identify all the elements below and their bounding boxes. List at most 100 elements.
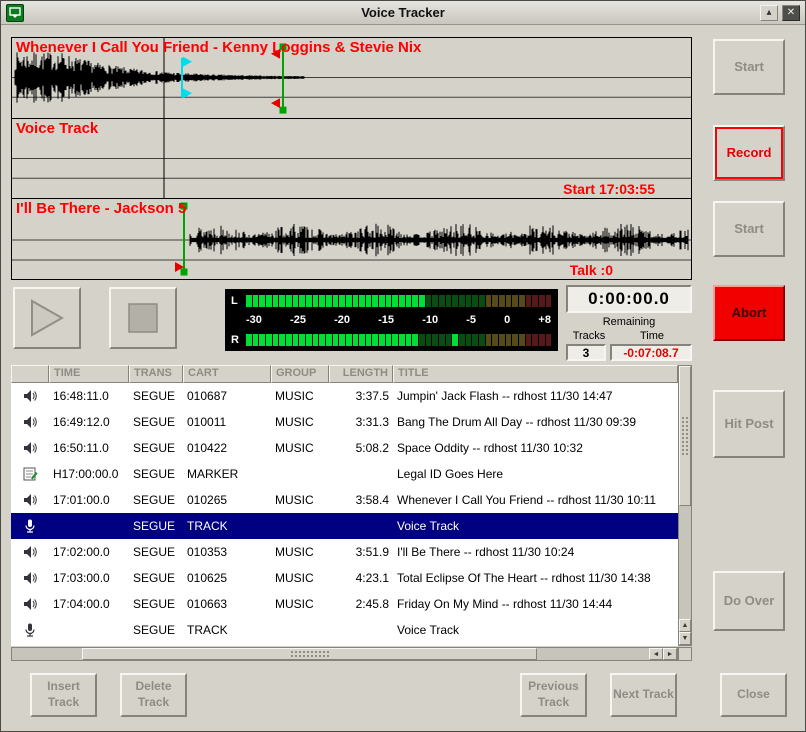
horizontal-scrollbar-thumb[interactable] — [82, 648, 537, 660]
cell-cart: TRACK — [183, 623, 271, 637]
cell-time: 16:48:11.0 — [49, 389, 129, 403]
cell-group: MUSIC — [271, 545, 329, 559]
app-icon — [6, 4, 24, 22]
horizontal-scrollbar[interactable]: ◄ ► — [11, 647, 678, 661]
cell-trans: SEGUE — [129, 623, 183, 637]
delete-track-button[interactable]: Delete Track — [120, 673, 187, 717]
log-row[interactable]: 17:04:00.0SEGUE010663MUSIC2:45.8Friday O… — [11, 591, 678, 617]
log-row[interactable]: H17:00:00.0SEGUEMARKERLegal ID Goes Here — [11, 461, 678, 487]
remaining-tracks-label: Tracks — [566, 330, 612, 342]
header-cart[interactable]: CART — [183, 365, 271, 383]
insert-track-button[interactable]: Insert Track — [30, 673, 97, 717]
meter-scale-label: -15 — [378, 314, 394, 326]
speaker-icon — [11, 544, 49, 560]
log-rows: 16:48:11.0SEGUE010687MUSIC3:37.5Jumpin' … — [11, 383, 678, 646]
cell-length: 2:45.8 — [329, 597, 393, 611]
header-time[interactable]: TIME — [49, 365, 129, 383]
cell-trans: SEGUE — [129, 597, 183, 611]
log-row[interactable]: 17:03:00.0SEGUE010625MUSIC4:23.1Total Ec… — [11, 565, 678, 591]
header-title[interactable]: TITLE — [393, 365, 678, 383]
log-row[interactable]: 17:02:00.0SEGUE010353MUSIC3:51.9I'll Be … — [11, 539, 678, 565]
header-length[interactable]: LENGTH — [329, 365, 393, 383]
log-row[interactable]: 17:01:00.0SEGUE010265MUSIC3:58.4Whenever… — [11, 487, 678, 513]
track-region-voice[interactable]: Voice Track Start 17:03:55 — [12, 119, 691, 199]
cell-cart: 010625 — [183, 571, 271, 585]
meter-right-label: R — [231, 334, 246, 346]
cell-time: 17:01:00.0 — [49, 493, 129, 507]
header-icon-col[interactable] — [11, 365, 49, 383]
cell-title: I'll Be There -- rdhost 11/30 10:24 — [393, 545, 678, 559]
log-row[interactable]: 16:48:11.0SEGUE010687MUSIC3:37.5Jumpin' … — [11, 383, 678, 409]
cell-cart: 010663 — [183, 597, 271, 611]
cell-length: 3:58.4 — [329, 493, 393, 507]
hit-post-button[interactable]: Hit Post — [713, 390, 785, 458]
close-window-button[interactable]: ✕ — [782, 5, 800, 21]
vertical-scrollbar[interactable]: ▲ ▼ — [678, 365, 692, 646]
meter-scale-label: -20 — [334, 314, 350, 326]
log-table: TIME TRANS CART GROUP LENGTH TITLE 16:48… — [11, 365, 692, 661]
meter-scale-label: 0 — [504, 314, 510, 326]
remaining-tracks-value: 3 — [566, 344, 606, 361]
cell-title: Legal ID Goes Here — [393, 467, 678, 481]
cell-cart: 010265 — [183, 493, 271, 507]
cell-title: Jumpin' Jack Flash -- rdhost 11/30 14:47 — [393, 389, 678, 403]
header-trans[interactable]: TRANS — [129, 365, 183, 383]
meter-left-bar — [246, 295, 551, 307]
log-header: TIME TRANS CART GROUP LENGTH TITLE — [11, 365, 678, 383]
close-button[interactable]: Close — [720, 673, 787, 717]
meter-left-label: L — [231, 295, 246, 307]
titlebar[interactable]: Voice Tracker ▴ ✕ — [1, 1, 805, 25]
speaker-icon — [11, 492, 49, 508]
record-button[interactable]: Record — [713, 125, 785, 181]
remaining-time-value: -0:07:08.7 — [610, 344, 692, 361]
log-row[interactable]: 16:49:12.0SEGUE010011MUSIC3:31.3Bang The… — [11, 409, 678, 435]
cell-title: Voice Track — [393, 623, 678, 637]
speaker-icon — [11, 414, 49, 430]
next-track-button[interactable]: Next Track — [610, 673, 677, 717]
stop-button[interactable] — [109, 287, 177, 349]
scroll-left-button[interactable]: ◄ — [649, 648, 663, 660]
abort-button[interactable]: Abort — [713, 285, 785, 341]
shade-button[interactable]: ▴ — [760, 5, 778, 21]
cell-cart: 010011 — [183, 415, 271, 429]
speaker-icon — [11, 596, 49, 612]
play-icon — [30, 299, 64, 337]
log-row[interactable]: SEGUETRACKVoice Track — [11, 513, 678, 539]
cell-time: 17:04:00.0 — [49, 597, 129, 611]
cell-length: 3:37.5 — [329, 389, 393, 403]
track-title: Whenever I Call You Friend - Kenny Loggi… — [16, 39, 421, 56]
play-button[interactable] — [13, 287, 81, 349]
cell-trans: SEGUE — [129, 415, 183, 429]
speaker-icon — [11, 388, 49, 404]
start-track1-button[interactable]: Start — [713, 39, 785, 95]
scroll-down-button[interactable]: ▼ — [679, 632, 691, 645]
cell-time: 16:50:11.0 — [49, 441, 129, 455]
talk-time-annotation: Talk :0 — [570, 262, 613, 278]
cell-cart: 010353 — [183, 545, 271, 559]
scrollbar-corner — [678, 647, 692, 661]
previous-track-button[interactable]: Previous Track — [520, 673, 587, 717]
header-group[interactable]: GROUP — [271, 365, 329, 383]
cell-group: MUSIC — [271, 597, 329, 611]
cell-title: Whenever I Call You Friend -- rdhost 11/… — [393, 493, 678, 507]
scroll-right-button[interactable]: ► — [663, 648, 677, 660]
track-title: I'll Be There - Jackson 5 — [16, 200, 186, 217]
meter-scale-label: +8 — [538, 314, 551, 326]
cell-cart: TRACK — [183, 519, 271, 533]
cell-group: MUSIC — [271, 571, 329, 585]
track-region-next[interactable]: I'll Be There - Jackson 5 Talk :0 — [12, 199, 691, 279]
remaining-label: Remaining — [566, 316, 692, 328]
mic-icon — [11, 622, 49, 638]
log-row[interactable]: SEGUETRACK Voice Track — [11, 617, 678, 643]
scroll-up-button[interactable]: ▲ — [679, 619, 691, 632]
cell-time: H17:00:00.0 — [49, 467, 129, 481]
meter-scale: -30-25-20-15-10-50+8 — [231, 314, 551, 327]
cell-length: 3:51.9 — [329, 545, 393, 559]
meter-scale-label: -25 — [290, 314, 306, 326]
do-over-button[interactable]: Do Over — [713, 571, 785, 631]
track-region-previous[interactable]: Whenever I Call You Friend - Kenny Loggi… — [12, 38, 691, 119]
cell-title: Total Eclipse Of The Heart -- rdhost 11/… — [393, 571, 678, 585]
log-row[interactable]: 16:50:11.0SEGUE010422MUSIC5:08.2Space Od… — [11, 435, 678, 461]
vertical-scrollbar-thumb[interactable] — [679, 366, 691, 506]
start-track3-button[interactable]: Start — [713, 201, 785, 257]
